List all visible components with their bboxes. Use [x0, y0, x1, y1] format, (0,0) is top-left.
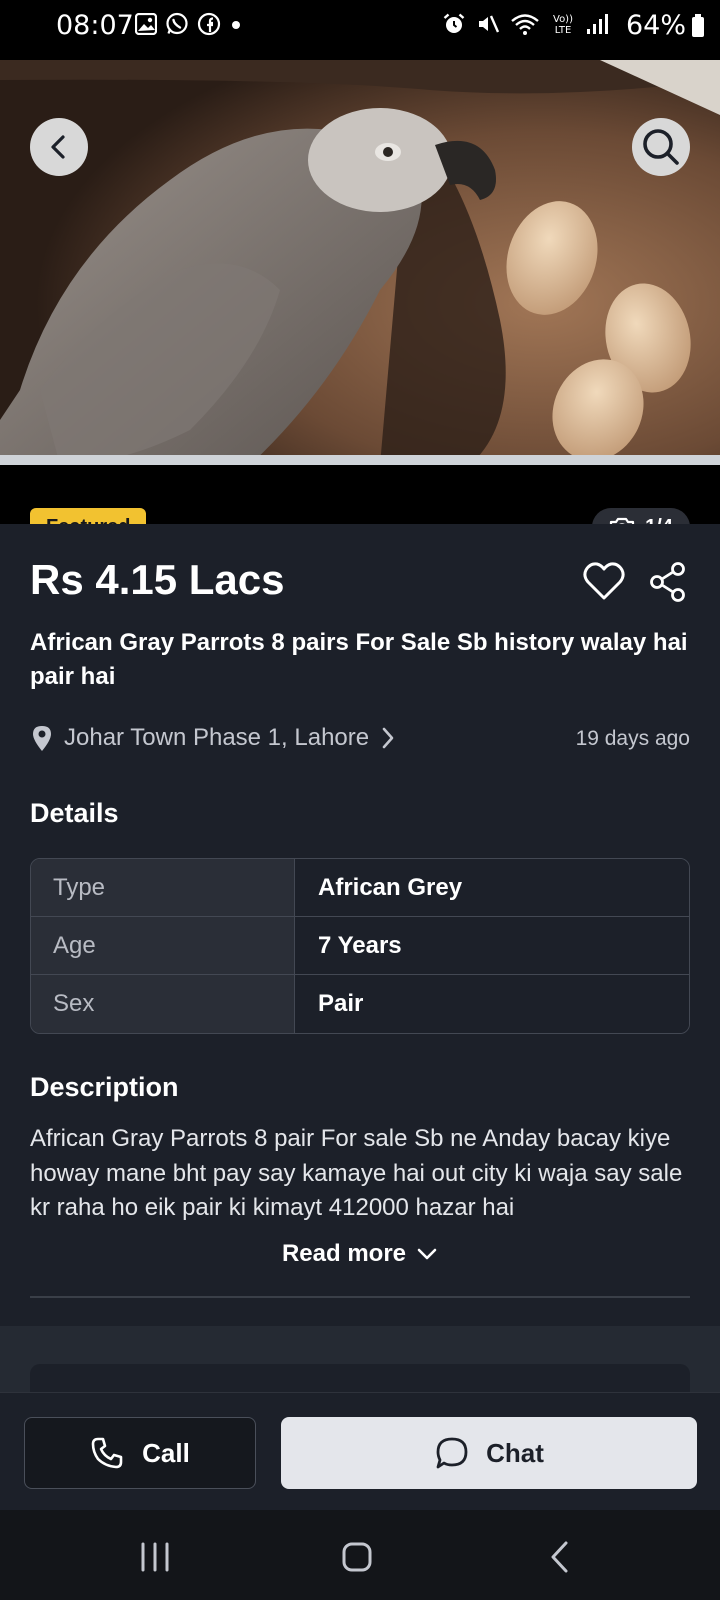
details-value: African Grey	[295, 859, 689, 916]
volte-icon: Vo))LTE	[553, 14, 573, 36]
home-button[interactable]	[332, 1532, 382, 1582]
details-table: Type African Grey Age 7 Years Sex Pair	[30, 858, 690, 1034]
gallery-icon	[135, 13, 157, 35]
details-value: Pair	[295, 975, 689, 1033]
description-heading: Description	[30, 1072, 179, 1102]
system-back-button[interactable]	[535, 1532, 585, 1582]
read-more-label: Read more	[281, 1240, 407, 1267]
read-more-button[interactable]: Read more	[0, 1240, 720, 1268]
details-row: Age 7 Years	[31, 917, 689, 975]
listing-price: Rs 4.15 Lacs	[30, 556, 285, 603]
signal-icon	[587, 14, 608, 34]
favorite-button[interactable]	[582, 560, 626, 604]
details-row: Sex Pair	[31, 975, 689, 1033]
location-text: Johar Town Phase 1, Lahore	[64, 724, 370, 751]
mute-icon	[479, 15, 500, 33]
search-button[interactable]	[632, 118, 690, 176]
chat-label: Chat	[486, 1437, 544, 1468]
chat-button[interactable]: Chat	[281, 1417, 697, 1489]
battery-status: 64%	[626, 10, 706, 41]
details-key: Type	[31, 859, 295, 916]
featured-badge: Featured	[30, 508, 147, 524]
status-system-icons: Vo)) LTE	[442, 12, 608, 36]
photo-counter-text: 1/4	[645, 516, 673, 525]
battery-percent: 64%	[625, 10, 686, 41]
chat-bubble-icon	[436, 1437, 468, 1469]
heart-icon	[583, 562, 625, 600]
battery-icon	[692, 13, 704, 37]
facebook-icon	[197, 12, 221, 36]
chevron-down-icon	[417, 1248, 437, 1260]
description-text: African Gray Parrots 8 pair For sale Sb …	[30, 1125, 683, 1221]
home-icon	[342, 1542, 372, 1572]
details-heading: Details	[30, 798, 119, 828]
divider	[30, 1296, 690, 1298]
dot-icon	[232, 21, 240, 29]
share-icon	[650, 562, 685, 602]
call-label: Call	[142, 1437, 190, 1468]
details-key: Sex	[31, 975, 295, 1033]
photo-counter: 1/4	[592, 508, 690, 524]
search-icon	[643, 129, 679, 165]
system-navigation-bar	[0, 1510, 720, 1600]
listing-title: African Gray Parrots 8 pairs For Sale Sb…	[30, 629, 688, 690]
whatsapp-icon	[166, 12, 188, 35]
recent-apps-button[interactable]	[130, 1532, 180, 1582]
phone-icon	[91, 1437, 123, 1469]
alarm-icon	[443, 13, 465, 33]
call-button[interactable]: Call	[24, 1417, 256, 1489]
recent-apps-icon	[141, 1542, 169, 1572]
details-value: 7 Years	[295, 917, 689, 974]
action-bar: Call Chat	[0, 1392, 720, 1510]
svg-text:LTE: LTE	[555, 25, 572, 36]
location-pin-icon	[33, 726, 51, 751]
listing-image-gallery[interactable]: Featured 1/4	[0, 52, 720, 524]
share-button[interactable]	[648, 560, 688, 604]
wifi-icon	[511, 14, 539, 35]
details-key: Age	[31, 917, 295, 974]
back-arrow-icon	[551, 1541, 568, 1573]
status-bar: 08:07 Vo)) LTE 64%	[0, 0, 720, 52]
posted-time: 19 days ago	[575, 727, 690, 750]
svg-text:Vo)): Vo))	[553, 14, 573, 25]
chevron-right-icon	[382, 727, 394, 749]
status-notification-icons	[135, 12, 243, 36]
back-button[interactable]	[30, 118, 88, 176]
details-row: Type African Grey	[31, 859, 689, 917]
parrot-photo[interactable]	[0, 60, 720, 465]
camera-icon	[609, 517, 635, 524]
status-time: 08:07	[56, 10, 134, 41]
location-link[interactable]: Johar Town Phase 1, Lahore	[30, 724, 397, 752]
chevron-left-icon	[51, 135, 65, 159]
